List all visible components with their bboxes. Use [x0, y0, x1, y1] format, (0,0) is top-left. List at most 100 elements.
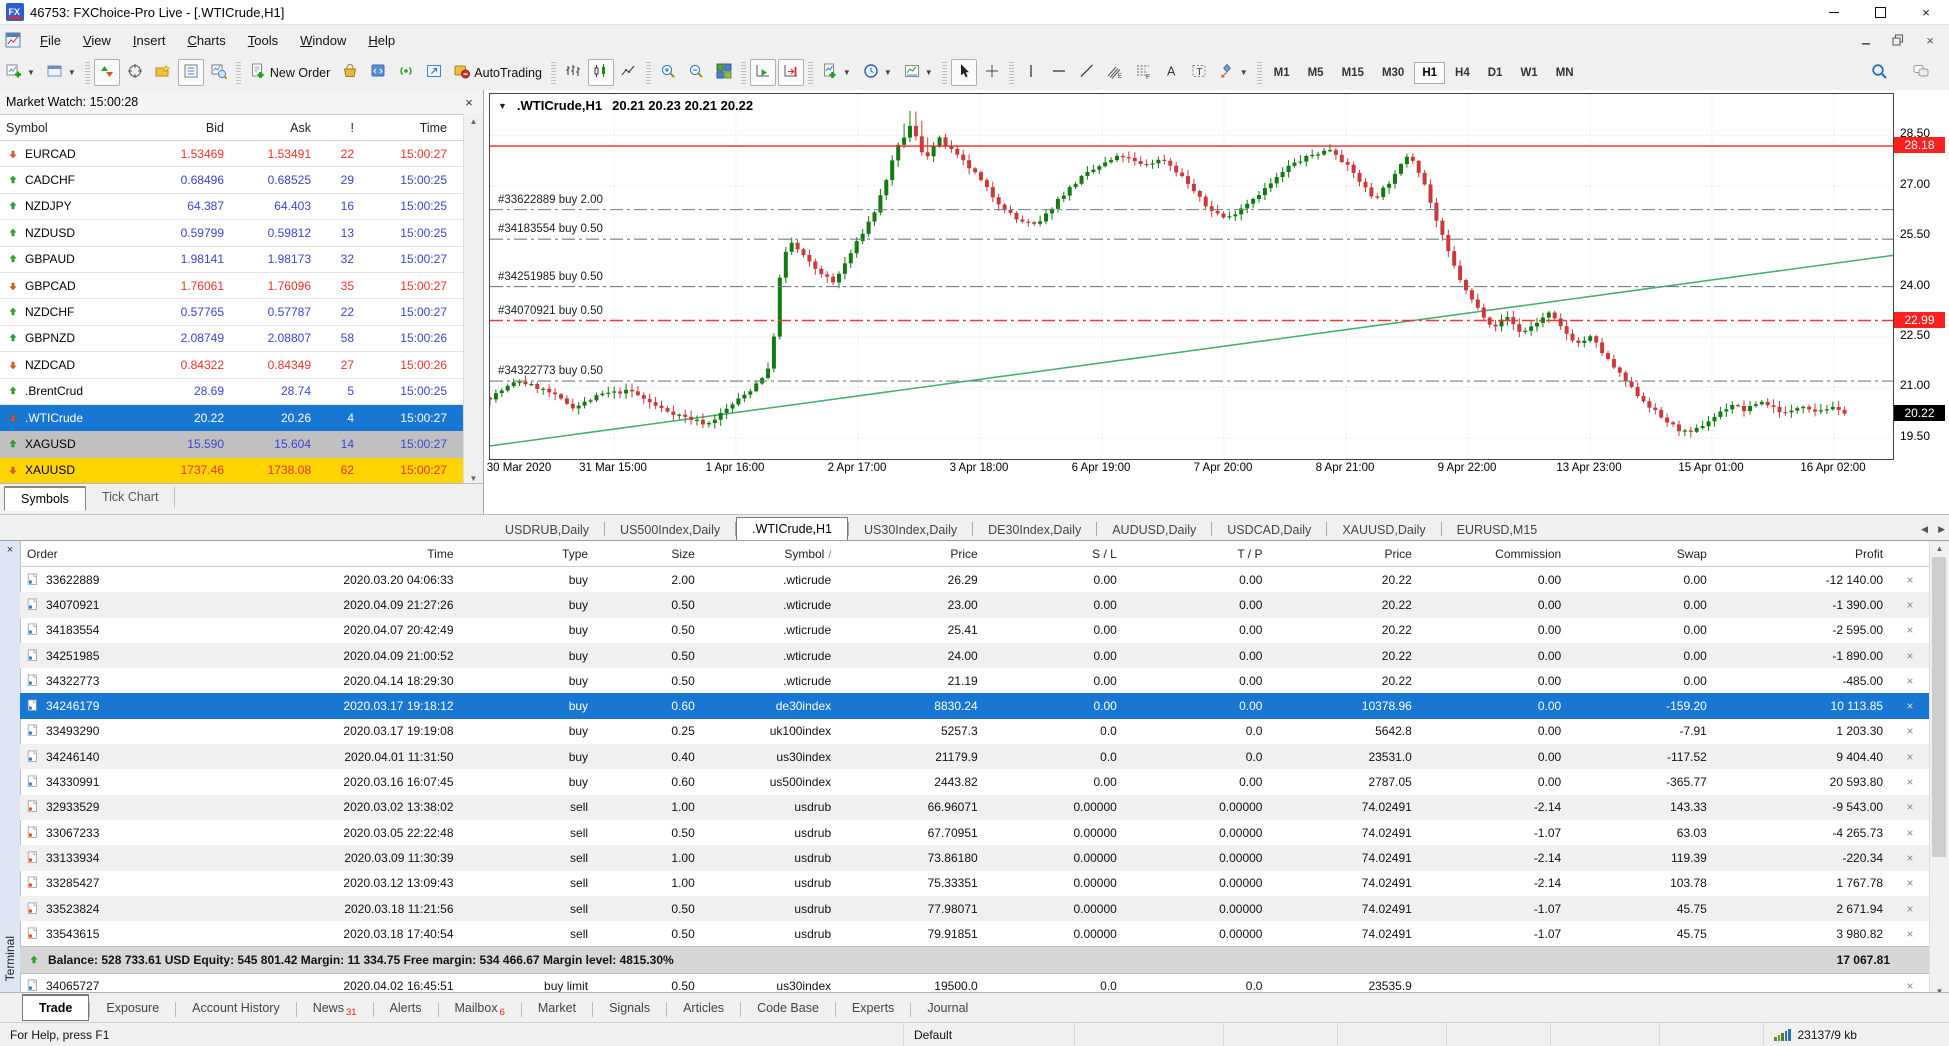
market-watch-close-icon[interactable]: × — [461, 95, 477, 110]
terminal-tab-code-base[interactable]: Code Base — [741, 996, 835, 1020]
close-order-icon[interactable]: × — [1890, 826, 1930, 840]
column-symbol[interactable]: Symbol/ — [702, 547, 838, 561]
chart-shift-button[interactable] — [778, 59, 804, 86]
chart-tab-xauusd-daily[interactable]: XAUUSD,Daily — [1327, 519, 1440, 541]
scroll-up-icon[interactable]: ▲ — [1936, 544, 1944, 553]
terminal-tab-articles[interactable]: Articles — [667, 996, 740, 1020]
column-symbol[interactable]: Symbol — [0, 121, 142, 135]
timeframe-m30-button[interactable]: M30 — [1374, 62, 1412, 84]
orders-scrollbar[interactable]: ▲ ▼ — [1929, 541, 1949, 999]
market-watch-row[interactable]: NZDUSD0.597990.598121315:00:25 — [0, 220, 483, 246]
equidistant-channel-button[interactable]: E — [1102, 59, 1128, 86]
close-order-icon[interactable]: × — [1890, 927, 1930, 941]
menu-view[interactable]: View — [72, 29, 122, 52]
close-order-icon[interactable]: × — [1890, 979, 1930, 993]
chart-tab-us30index-daily[interactable]: US30Index,Daily — [849, 519, 972, 541]
timeframe-mn-button[interactable]: MN — [1548, 62, 1582, 84]
scrollbar-thumb[interactable] — [1932, 557, 1946, 857]
menu-tools[interactable]: Tools — [237, 29, 289, 52]
strategy-tester-button[interactable] — [206, 59, 232, 86]
scroll-up-icon[interactable]: ▲ — [470, 117, 478, 126]
market-watch-row[interactable]: .BrentCrud28.6928.74515:00:25 — [0, 379, 483, 405]
one-click-trading-icon[interactable]: ▼ — [498, 101, 507, 111]
market-watch-row[interactable]: NZDCHF0.577650.577872215:00:27 — [0, 299, 483, 325]
order-row[interactable]: 342519852020.04.09 21:00:52buy0.50.wticr… — [20, 643, 1930, 668]
objects-button[interactable]: ▼ — [1214, 59, 1253, 86]
chart-tab-usdrub-daily[interactable]: USDRUB,Daily — [490, 519, 604, 541]
data-window-button[interactable] — [122, 59, 148, 86]
chat-button[interactable] — [1908, 59, 1934, 86]
chart-restore-icon[interactable] — [1889, 32, 1907, 48]
order-row[interactable]: 340709212020.04.09 21:27:26buy0.50.wticr… — [20, 592, 1930, 617]
order-row[interactable]: 340657272020.04.02 16:45:51buy limit0.50… — [20, 974, 1930, 993]
terminal-tab-account-history[interactable]: Account History — [176, 996, 296, 1020]
column-sl[interactable]: S / L — [985, 547, 1124, 561]
dropdown-arrow-icon[interactable]: ▼ — [27, 68, 35, 77]
zoom-in-button[interactable] — [655, 59, 681, 86]
close-order-icon[interactable]: × — [1890, 598, 1930, 612]
crosshair-button[interactable] — [979, 59, 1005, 86]
order-row[interactable]: 332854272020.03.12 13:09:43sell1.00usdru… — [20, 871, 1930, 896]
scroll-down-icon[interactable]: ▼ — [470, 474, 478, 483]
close-order-icon[interactable]: × — [1890, 674, 1930, 688]
order-row[interactable]: 343309912020.03.16 16:07:45buy0.60us500i… — [20, 769, 1930, 794]
market-watch-scrollbar[interactable]: ▲ ▼ — [463, 114, 483, 486]
close-order-icon[interactable]: × — [1890, 573, 1930, 587]
column-commission[interactable]: Commission — [1419, 547, 1568, 561]
market-watch-row[interactable]: .WTICrude20.2220.26415:00:27 — [0, 405, 483, 431]
terminal-close-icon[interactable]: × — [7, 544, 13, 556]
close-order-icon[interactable]: × — [1890, 699, 1930, 713]
maximize-button[interactable] — [1857, 0, 1903, 24]
tile-windows-button[interactable] — [711, 59, 737, 86]
terminal-tab-alerts[interactable]: Alerts — [374, 996, 438, 1020]
zoom-out-button[interactable] — [683, 59, 709, 86]
new-chart-button[interactable]: ▼ — [1, 59, 40, 86]
column-bid[interactable]: Bid — [142, 121, 230, 135]
market-watch-row[interactable]: XAUUSD1737.461738.086215:00:27 — [0, 458, 483, 484]
column-swap[interactable]: Swap — [1568, 547, 1714, 561]
chart-tab-us500index-daily[interactable]: US500Index,Daily — [605, 519, 735, 541]
dropdown-arrow-icon[interactable]: ▼ — [925, 68, 933, 77]
column-price[interactable]: Price — [838, 547, 985, 561]
column-price[interactable]: Price — [1269, 547, 1418, 561]
market-watch-row[interactable]: NZDCAD0.843220.843492715:00:26 — [0, 352, 483, 378]
timeframe-m5-button[interactable]: M5 — [1300, 62, 1332, 84]
menu-charts[interactable]: Charts — [176, 29, 236, 52]
bar-chart-button[interactable] — [560, 59, 586, 86]
new-indicator-button[interactable]: ▼ — [817, 59, 856, 86]
templates-button[interactable]: ▼ — [899, 59, 938, 86]
close-button[interactable]: × — [1903, 0, 1949, 24]
metaeditor-button[interactable] — [365, 59, 391, 86]
chart-minimize-icon[interactable] — [1857, 32, 1875, 48]
terminal-tab-experts[interactable]: Experts — [836, 996, 910, 1020]
timeframe-d1-button[interactable]: D1 — [1480, 62, 1511, 84]
order-row[interactable]: 342461402020.04.01 11:31:50buy0.40us30in… — [20, 744, 1930, 769]
order-row[interactable]: 330672332020.03.05 22:22:48sell0.50usdru… — [20, 820, 1930, 845]
order-row[interactable]: 334932902020.03.17 19:19:08buy0.25uk100i… — [20, 719, 1930, 744]
chart-plot-area[interactable]: ▼ .WTICrude,H1 20.21 20.23 20.21 20.22 #… — [489, 93, 1894, 460]
chart-window[interactable]: ▼ .WTICrude,H1 20.21 20.23 20.21 20.22 #… — [484, 90, 1949, 514]
market-watch-row[interactable]: EURCAD1.534691.534912215:00:27 — [0, 141, 483, 167]
market-watch-button[interactable] — [94, 59, 120, 86]
signals-button[interactable] — [393, 59, 419, 86]
chart-tab-usdcad-daily[interactable]: USDCAD,Daily — [1212, 519, 1326, 541]
fullscreen-button[interactable] — [421, 59, 447, 86]
trendline-button[interactable] — [1074, 59, 1100, 86]
chart-tab-eurusd-m15[interactable]: EURUSD,M15 — [1442, 519, 1553, 541]
column-order[interactable]: Order — [20, 547, 210, 561]
auto-scroll-button[interactable] — [750, 59, 776, 86]
menu-help[interactable]: Help — [357, 29, 406, 52]
close-order-icon[interactable]: × — [1890, 649, 1930, 663]
timeframe-h4-button[interactable]: H4 — [1447, 62, 1478, 84]
order-row[interactable]: 336228892020.03.20 04:06:33buy2.00.wticr… — [20, 567, 1930, 592]
cursor-button[interactable] — [951, 59, 977, 86]
market-watch-row[interactable]: GBPCAD1.760611.760963515:00:27 — [0, 273, 483, 299]
line-chart-button[interactable] — [616, 59, 642, 86]
horizontal-line-button[interactable] — [1046, 59, 1072, 86]
autotrading-button[interactable]: AutoTrading — [449, 59, 547, 86]
tabs-scroll-left-icon[interactable]: ◀ — [1921, 524, 1928, 535]
order-row[interactable]: 329335292020.03.02 13:38:02sell1.00usdru… — [20, 795, 1930, 820]
market-watch-row[interactable]: GBPAUD1.981411.981733215:00:27 — [0, 247, 483, 273]
close-order-icon[interactable]: × — [1890, 724, 1930, 738]
terminal-tab-signals[interactable]: Signals — [593, 996, 666, 1020]
